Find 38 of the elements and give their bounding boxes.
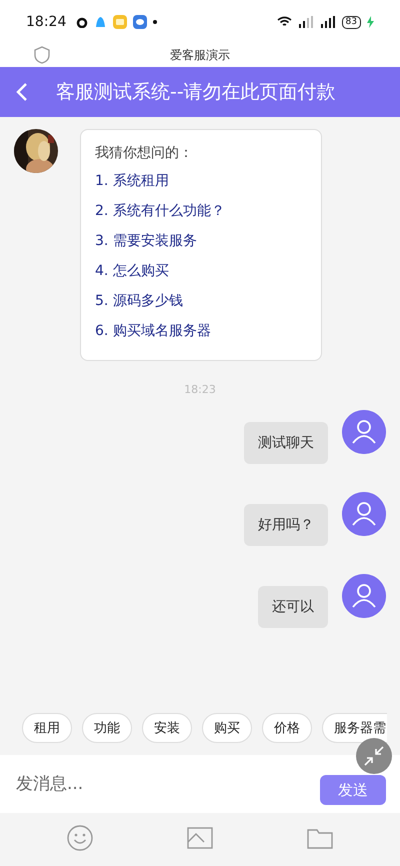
question-link[interactable]: 5. 源码多少钱 bbox=[95, 292, 307, 310]
user-avatar-icon bbox=[342, 492, 386, 536]
collapse-icon[interactable] bbox=[363, 745, 385, 767]
signal-icon bbox=[298, 16, 314, 28]
charging-icon bbox=[367, 16, 374, 28]
user-avatar-icon bbox=[342, 410, 386, 454]
page-title: 爱客服演示 bbox=[170, 47, 230, 64]
message-text: 我猜你想问的： bbox=[95, 144, 194, 162]
emoji-icon[interactable] bbox=[67, 825, 93, 851]
quick-reply-chip[interactable]: 服务器需 bbox=[322, 713, 387, 743]
quick-reply-chip[interactable]: 购买 bbox=[202, 713, 252, 743]
quick-reply-chip[interactable]: 价格 bbox=[262, 713, 312, 743]
message-icon bbox=[113, 15, 128, 29]
bell-icon bbox=[94, 16, 108, 28]
quick-reply-chip[interactable]: 安装 bbox=[142, 713, 192, 743]
question-link[interactable]: 6. 购买域名服务器 bbox=[95, 322, 307, 340]
shield-icon[interactable] bbox=[34, 46, 50, 64]
question-link[interactable]: 4. 怎么购买 bbox=[95, 262, 307, 280]
user-avatar-icon bbox=[342, 574, 386, 618]
battery-level: 83 bbox=[342, 16, 361, 28]
timestamp: 18:23 bbox=[184, 383, 216, 396]
header-title: 客服测试系统--请勿在此页面付款 bbox=[56, 80, 336, 105]
question-link[interactable]: 3. 需要安装服务 bbox=[95, 232, 307, 250]
dot-icon bbox=[153, 20, 158, 24]
chat-bubble: 测试聊天 bbox=[244, 422, 328, 464]
wifi-icon bbox=[276, 16, 292, 28]
signal-icon bbox=[320, 16, 336, 28]
image-icon[interactable] bbox=[187, 827, 213, 849]
quick-reply-chip[interactable]: 功能 bbox=[82, 713, 132, 743]
chat-bubble: 好用吗？ bbox=[244, 504, 328, 546]
alarm-icon bbox=[76, 16, 88, 28]
status-time: 18:24 bbox=[26, 14, 66, 30]
question-link[interactable]: 1. 系统租用 bbox=[95, 172, 307, 190]
chat-icon bbox=[133, 15, 148, 29]
question-link[interactable]: 2. 系统有什么功能？ bbox=[95, 202, 307, 220]
folder-icon[interactable] bbox=[307, 827, 333, 849]
chat-bubble: 还可以 bbox=[258, 586, 328, 628]
quick-reply-chip[interactable]: 租用 bbox=[22, 713, 72, 743]
